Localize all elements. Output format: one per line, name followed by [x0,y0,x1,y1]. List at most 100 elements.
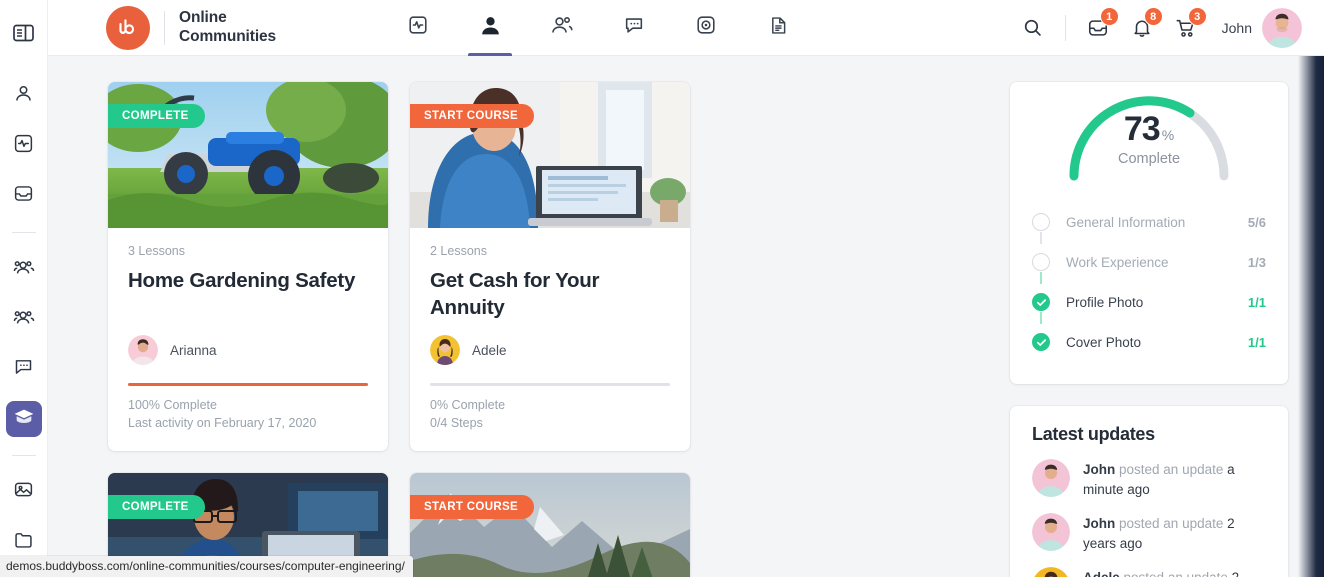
course-card[interactable]: START COURSE [410,472,690,577]
brand-logo-link[interactable]: Online Communities [106,5,276,50]
notifications-bell-icon[interactable]: 8 [1120,6,1164,48]
app-window: Online Communities 1 8 3 John COMPLETE 3… [0,0,1324,577]
profile-icon [478,13,503,43]
nav-documents[interactable] [742,0,814,56]
profile-icon [13,83,34,109]
checklist-item-general-information[interactable]: General Information 5/6 [1032,202,1266,244]
course-status-ribbon: COMPLETE [108,494,205,519]
nav-activity[interactable] [382,0,454,56]
avatar [1032,459,1070,497]
course-progress-bar [430,383,670,387]
nav-connections[interactable] [526,0,598,56]
sidebar-toggle-icon[interactable] [7,16,41,50]
activity-icon [407,14,429,41]
sidebar-item-groups[interactable] [6,301,42,337]
course-title: Get Cash for Your Annuity [430,269,600,320]
course-author[interactable]: Arianna [128,335,368,365]
forums-icon [623,14,645,41]
update-text: Adele posted an update 2 [1083,567,1239,577]
course-meta: 0/4 Steps [430,415,483,430]
sidebar-divider [11,232,36,233]
members-icon [13,256,35,283]
list-item[interactable]: John posted an update a minute ago [1032,459,1266,499]
avatar [1032,567,1070,577]
circle-empty-icon [1032,213,1050,231]
mountain-landscape-photo [410,472,690,577]
courses-icon [13,406,35,433]
checklist-item-profile-photo[interactable]: Profile Photo 1/1 [1032,282,1266,324]
sidebar-divider-2 [11,455,36,456]
sidebar-item-courses[interactable] [5,401,42,437]
photos-icon [13,479,34,505]
inbox-icon[interactable]: 1 [1076,6,1120,48]
course-lessons-count: 2 Lessons [430,244,487,258]
checklist-item-cover-photo[interactable]: Cover Photo 1/1 [1032,322,1266,362]
sidebar-item-forums[interactable] [6,351,42,387]
user-menu[interactable]: John [1222,7,1302,48]
checklist-item-work-experience[interactable]: Work Experience 1/3 [1032,242,1266,284]
percent-symbol: % [1161,127,1175,143]
cart-icon[interactable]: 3 [1164,6,1208,48]
gauge-value-row: 73% [1032,110,1266,149]
checklist-count: 1/1 [1247,294,1266,310]
list-item[interactable]: Adele posted an update 2 [1032,567,1266,577]
right-sidebar: 73% Complete General Information 5/6 Wor… [1010,82,1288,577]
update-action: posted an update [1119,462,1224,477]
course-card[interactable]: START COURSE 2 Lessons Get Cash for Your… [410,82,690,451]
checklist-count: 1/1 [1247,334,1266,350]
search-icon[interactable] [1011,8,1055,48]
nav-profile[interactable] [454,0,526,56]
course-progress-label: 100% Complete [128,398,217,412]
course-thumbnail: COMPLETE [108,82,388,228]
course-title: Home Gardening Safety [128,269,356,292]
course-status-ribbon: COMPLETE [108,104,205,128]
header-divider [1064,14,1066,41]
photos-icon [695,14,717,41]
sidebar-item-activity[interactable] [6,128,42,164]
checklist-count: 5/6 [1247,214,1266,230]
sidebar-item-inbox[interactable] [6,178,42,214]
activity-icon [13,133,34,159]
course-author[interactable]: Adele [430,335,670,366]
cart-badge: 3 [1187,6,1207,26]
nav-forums[interactable] [598,0,670,56]
list-item[interactable]: John posted an update 2 years ago [1032,513,1266,553]
top-header: Online Communities 1 8 3 John [48,0,1324,56]
course-thumbnail: START COURSE [410,472,690,577]
sidebar-item-members[interactable] [6,251,42,287]
course-card-body: 3 Lessons Home Gardening Safety Arianna … [108,228,388,451]
buddyboss-logo-icon [106,5,150,50]
checklist-label: Profile Photo [1066,294,1144,310]
header-actions: 1 8 3 John [1011,6,1324,48]
course-status-ribbon: START COURSE [410,494,535,519]
completion-label: Complete [1117,151,1181,167]
sidebar-item-documents[interactable] [6,524,42,560]
avatar [1262,7,1302,48]
avatar [430,335,460,366]
forums-icon [13,356,34,382]
page-right-edge [1298,56,1324,577]
completion-percent: 73 [1123,110,1161,148]
brand-divider [164,10,165,45]
browser-status-bar: demos.buddyboss.com/online-communities/c… [0,556,413,577]
course-progress-label: 0% Complete [430,398,506,413]
checklist-label: Cover Photo [1066,334,1142,350]
nav-photos[interactable] [670,0,742,56]
gauge-readout: 73% Complete [1032,110,1266,167]
course-progress-fill [128,383,368,386]
content-wrap: COMPLETE 3 Lessons Home Gardening Safety… [48,56,1324,577]
documents-icon [768,15,789,41]
update-action: posted an update [1119,516,1224,532]
site-title-line-2: Communities [179,27,277,45]
course-thumbnail: START COURSE [410,82,690,228]
sidebar-item-profile[interactable] [6,78,42,114]
notifications-badge: 8 [1143,6,1163,26]
profile-completion-gauge: 73% Complete [1032,96,1266,194]
site-title: Online Communities [179,9,276,46]
avatar [1032,513,1070,552]
sidebar-item-photos[interactable] [6,474,42,510]
course-card[interactable]: COMPLETE 3 Lessons Home Gardening Safety… [108,82,388,451]
update-time: 2 [1232,570,1240,577]
update-action: posted an update [1124,570,1228,577]
profile-completion-panel: 73% Complete General Information 5/6 Wor… [1010,82,1288,384]
